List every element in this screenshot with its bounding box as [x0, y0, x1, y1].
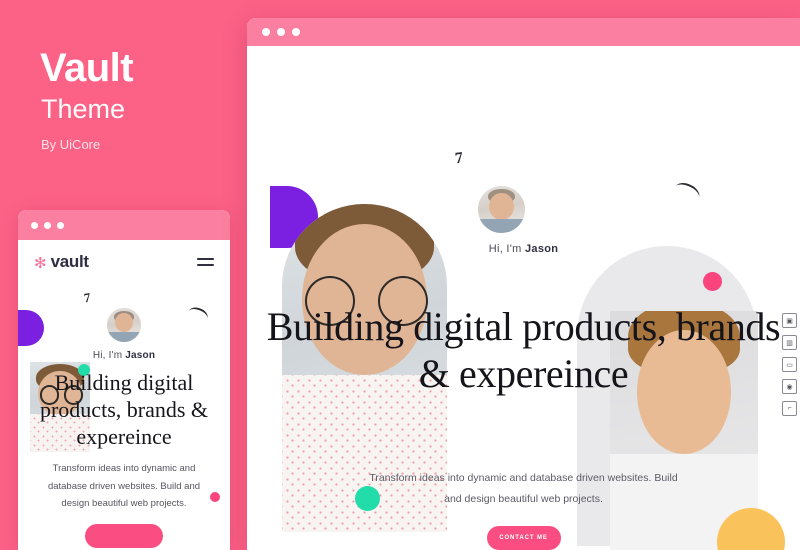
desktop-heading: Building digital products, brands & expe… [266, 303, 781, 396]
avatar [107, 308, 141, 342]
seven-doodle-icon: 7 [83, 289, 92, 306]
columns-icon[interactable]: ▥ [782, 335, 797, 350]
promo-byline: By UiCore [41, 137, 101, 152]
desktop-titlebar [247, 18, 800, 46]
window-dot-close-icon[interactable] [262, 28, 270, 36]
mobile-hero: 7 Hi, I'm Jason Building digital product… [18, 284, 230, 550]
arc-doodle-icon [671, 179, 703, 206]
cart-icon[interactable]: ⌐ [782, 401, 797, 416]
window-dot-close-icon[interactable] [31, 221, 38, 229]
window-dot-minimize-icon[interactable] [44, 221, 51, 229]
teal-dot-shape [355, 486, 380, 511]
hamburger-icon[interactable] [197, 258, 214, 266]
mobile-greeting: Hi, I'm Jason [18, 350, 230, 361]
mobile-greeting-name: Jason [125, 350, 156, 361]
desktop-paragraph: Transform ideas into dynamic and databas… [369, 472, 678, 505]
mobile-mockup: ✻ vault 7 Hi, I'm Jason Building digital… [18, 210, 230, 550]
mobile-paragraph: Transform ideas into dynamic and databas… [47, 463, 201, 510]
screenshot-stage: Vault Theme By UiCore ✻ vault 7 Hi, I'm … [0, 0, 800, 550]
contact-me-button[interactable]: CONTACT ME [486, 526, 561, 550]
window-dot-minimize-icon[interactable] [277, 28, 285, 36]
desktop-greeting-name: Jason [524, 243, 559, 255]
mobile-navbar: ✻ vault [18, 240, 230, 284]
promo-subtitle: Theme [41, 94, 126, 124]
comment-icon[interactable]: ▭ [782, 357, 797, 372]
mobile-heading: Building digital products, brands & expe… [39, 370, 209, 449]
window-dot-maximize-icon[interactable] [57, 221, 64, 229]
mobile-logo[interactable]: ✻ vault [34, 252, 89, 272]
window-dot-maximize-icon[interactable] [292, 28, 300, 36]
pink-dot-shape [210, 492, 220, 502]
settings-icon[interactable]: ◉ [782, 379, 797, 394]
desktop-mockup: 7 Hi, I'm Jason Building digital product… [247, 18, 800, 550]
mobile-cta-button[interactable] [85, 524, 163, 548]
side-icon-rail: ▣ ▥ ▭ ◉ ⌐ [782, 313, 797, 416]
seven-doodle-icon: 7 [454, 149, 464, 168]
asterisk-icon: ✻ [34, 254, 47, 272]
purple-halfcircle-shape [18, 310, 44, 346]
arc-doodle-icon [186, 304, 210, 326]
mobile-greeting-prefix: Hi, I'm [92, 350, 126, 361]
mobile-titlebar [18, 210, 230, 240]
pink-dot-shape [703, 272, 722, 291]
mobile-logo-text: vault [50, 252, 89, 271]
desktop-greeting-prefix: Hi, I'm [488, 243, 525, 255]
promo-title: Vault [40, 46, 134, 90]
avatar [478, 186, 525, 233]
layout-icon[interactable]: ▣ [782, 313, 797, 328]
desktop-hero: 7 Hi, I'm Jason Building digital product… [247, 46, 800, 550]
